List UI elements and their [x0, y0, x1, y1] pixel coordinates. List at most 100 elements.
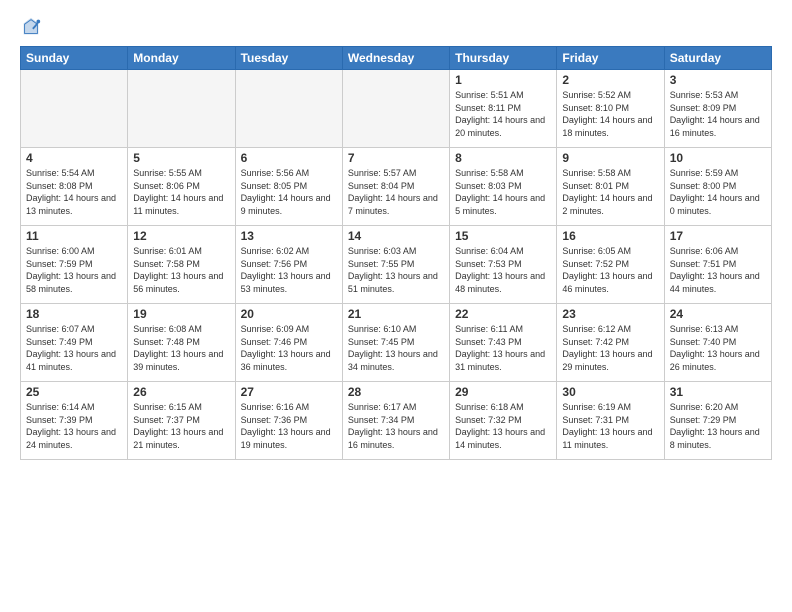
day-number: 12 — [133, 229, 229, 243]
weekday-header-friday: Friday — [557, 47, 664, 70]
page: SundayMondayTuesdayWednesdayThursdayFrid… — [0, 0, 792, 612]
day-cell — [342, 70, 449, 148]
day-info: Sunrise: 5:51 AMSunset: 8:11 PMDaylight:… — [455, 89, 551, 139]
day-number: 14 — [348, 229, 444, 243]
day-number: 16 — [562, 229, 658, 243]
day-cell: 27 Sunrise: 6:16 AMSunset: 7:36 PMDayligh… — [235, 382, 342, 460]
day-number: 5 — [133, 151, 229, 165]
day-cell: 5Sunrise: 5:55 AMSunset: 8:06 PMDaylight… — [128, 148, 235, 226]
day-number: 26 — [133, 385, 229, 399]
day-cell: 3 Sunrise: 5:53 AMSunset: 8:09 PMDaylight… — [664, 70, 771, 148]
day-info: Sunrise: 6:17 AMSunset: 7:34 PMDaylight:… — [348, 401, 444, 451]
day-cell: 13Sunrise: 6:02 AMSunset: 7:56 PMDayligh… — [235, 226, 342, 304]
day-info: Sunrise: 6:09 AMSunset: 7:46 PMDaylight:… — [241, 323, 337, 373]
day-cell: 21 Sunrise: 6:10 AMSunset: 7:45 PMDayligh… — [342, 304, 449, 382]
day-info: Sunrise: 5:54 AMSunset: 8:08 PMDaylight:… — [26, 167, 122, 217]
day-info: Sunrise: 6:03 AMSunset: 7:55 PMDaylight:… — [348, 245, 444, 295]
day-number: 1 — [455, 73, 551, 87]
day-number: 17 — [670, 229, 766, 243]
day-number: 11 — [26, 229, 122, 243]
day-number: 23 — [562, 307, 658, 321]
week-row-1: 1 Sunrise: 5:51 AMSunset: 8:11 PMDaylight… — [21, 70, 772, 148]
week-row-4: 18 Sunrise: 6:07 AMSunset: 7:49 PMDayligh… — [21, 304, 772, 382]
day-info: Sunrise: 5:56 AMSunset: 8:05 PMDaylight:… — [241, 167, 337, 217]
weekday-header-saturday: Saturday — [664, 47, 771, 70]
day-info: Sunrise: 6:11 AMSunset: 7:43 PMDaylight:… — [455, 323, 551, 373]
day-number: 22 — [455, 307, 551, 321]
day-info: Sunrise: 6:16 AMSunset: 7:36 PMDaylight:… — [241, 401, 337, 451]
day-number: 28 — [348, 385, 444, 399]
day-info: Sunrise: 6:13 AMSunset: 7:40 PMDaylight:… — [670, 323, 766, 373]
day-cell — [128, 70, 235, 148]
day-number: 4 — [26, 151, 122, 165]
week-row-5: 25 Sunrise: 6:14 AMSunset: 7:39 PMDayligh… — [21, 382, 772, 460]
day-number: 3 — [670, 73, 766, 87]
day-cell — [21, 70, 128, 148]
day-info: Sunrise: 6:20 AMSunset: 7:29 PMDaylight:… — [670, 401, 766, 451]
day-info: Sunrise: 6:14 AMSunset: 7:39 PMDaylight:… — [26, 401, 122, 451]
day-cell: 20Sunrise: 6:09 AMSunset: 7:46 PMDayligh… — [235, 304, 342, 382]
day-cell: 2 Sunrise: 5:52 AMSunset: 8:10 PMDaylight… — [557, 70, 664, 148]
day-cell: 25 Sunrise: 6:14 AMSunset: 7:39 PMDayligh… — [21, 382, 128, 460]
weekday-header-tuesday: Tuesday — [235, 47, 342, 70]
day-cell: 19Sunrise: 6:08 AMSunset: 7:48 PMDayligh… — [128, 304, 235, 382]
logo-icon — [20, 16, 42, 38]
week-row-3: 11 Sunrise: 6:00 AMSunset: 7:59 PMDayligh… — [21, 226, 772, 304]
day-info: Sunrise: 6:04 AMSunset: 7:53 PMDaylight:… — [455, 245, 551, 295]
day-info: Sunrise: 5:58 AMSunset: 8:03 PMDaylight:… — [455, 167, 551, 217]
day-number: 30 — [562, 385, 658, 399]
day-info: Sunrise: 6:02 AMSunset: 7:56 PMDaylight:… — [241, 245, 337, 295]
day-info: Sunrise: 5:57 AMSunset: 8:04 PMDaylight:… — [348, 167, 444, 217]
day-cell: 28 Sunrise: 6:17 AMSunset: 7:34 PMDayligh… — [342, 382, 449, 460]
day-info: Sunrise: 6:10 AMSunset: 7:45 PMDaylight:… — [348, 323, 444, 373]
day-info: Sunrise: 6:19 AMSunset: 7:31 PMDaylight:… — [562, 401, 658, 451]
week-row-2: 4 Sunrise: 5:54 AMSunset: 8:08 PMDaylight… — [21, 148, 772, 226]
day-info: Sunrise: 5:53 AMSunset: 8:09 PMDaylight:… — [670, 89, 766, 139]
day-number: 8 — [455, 151, 551, 165]
logo — [20, 16, 46, 38]
day-cell: 10 Sunrise: 5:59 AMSunset: 8:00 PMDayligh… — [664, 148, 771, 226]
day-cell: 6 Sunrise: 5:56 AMSunset: 8:05 PMDaylight… — [235, 148, 342, 226]
day-number: 25 — [26, 385, 122, 399]
weekday-header-row: SundayMondayTuesdayWednesdayThursdayFrid… — [21, 47, 772, 70]
day-cell: 26 Sunrise: 6:15 AMSunset: 7:37 PMDayligh… — [128, 382, 235, 460]
day-cell: 12Sunrise: 6:01 AMSunset: 7:58 PMDayligh… — [128, 226, 235, 304]
day-cell: 16 Sunrise: 6:05 AMSunset: 7:52 PMDayligh… — [557, 226, 664, 304]
day-info: Sunrise: 6:00 AMSunset: 7:59 PMDaylight:… — [26, 245, 122, 295]
day-info: Sunrise: 5:52 AMSunset: 8:10 PMDaylight:… — [562, 89, 658, 139]
day-number: 27 — [241, 385, 337, 399]
header — [20, 16, 772, 38]
day-info: Sunrise: 6:05 AMSunset: 7:52 PMDaylight:… — [562, 245, 658, 295]
day-number: 9 — [562, 151, 658, 165]
day-cell: 15 Sunrise: 6:04 AMSunset: 7:53 PMDayligh… — [450, 226, 557, 304]
day-cell: 18 Sunrise: 6:07 AMSunset: 7:49 PMDayligh… — [21, 304, 128, 382]
day-cell: 30 Sunrise: 6:19 AMSunset: 7:31 PMDayligh… — [557, 382, 664, 460]
day-number: 29 — [455, 385, 551, 399]
day-info: Sunrise: 5:58 AMSunset: 8:01 PMDaylight:… — [562, 167, 658, 217]
day-number: 6 — [241, 151, 337, 165]
day-cell: 11 Sunrise: 6:00 AMSunset: 7:59 PMDayligh… — [21, 226, 128, 304]
day-number: 10 — [670, 151, 766, 165]
day-info: Sunrise: 6:06 AMSunset: 7:51 PMDaylight:… — [670, 245, 766, 295]
day-info: Sunrise: 5:59 AMSunset: 8:00 PMDaylight:… — [670, 167, 766, 217]
day-number: 21 — [348, 307, 444, 321]
day-cell: 7 Sunrise: 5:57 AMSunset: 8:04 PMDaylight… — [342, 148, 449, 226]
day-cell: 31Sunrise: 6:20 AMSunset: 7:29 PMDayligh… — [664, 382, 771, 460]
day-cell: 23Sunrise: 6:12 AMSunset: 7:42 PMDayligh… — [557, 304, 664, 382]
day-info: Sunrise: 6:18 AMSunset: 7:32 PMDaylight:… — [455, 401, 551, 451]
day-cell: 8 Sunrise: 5:58 AMSunset: 8:03 PMDaylight… — [450, 148, 557, 226]
day-cell: 1 Sunrise: 5:51 AMSunset: 8:11 PMDaylight… — [450, 70, 557, 148]
day-info: Sunrise: 6:15 AMSunset: 7:37 PMDaylight:… — [133, 401, 229, 451]
day-number: 19 — [133, 307, 229, 321]
day-info: Sunrise: 6:07 AMSunset: 7:49 PMDaylight:… — [26, 323, 122, 373]
day-cell — [235, 70, 342, 148]
weekday-header-thursday: Thursday — [450, 47, 557, 70]
weekday-header-wednesday: Wednesday — [342, 47, 449, 70]
day-number: 2 — [562, 73, 658, 87]
day-number: 15 — [455, 229, 551, 243]
day-number: 18 — [26, 307, 122, 321]
day-cell: 14 Sunrise: 6:03 AMSunset: 7:55 PMDayligh… — [342, 226, 449, 304]
day-number: 7 — [348, 151, 444, 165]
weekday-header-monday: Monday — [128, 47, 235, 70]
weekday-header-sunday: Sunday — [21, 47, 128, 70]
